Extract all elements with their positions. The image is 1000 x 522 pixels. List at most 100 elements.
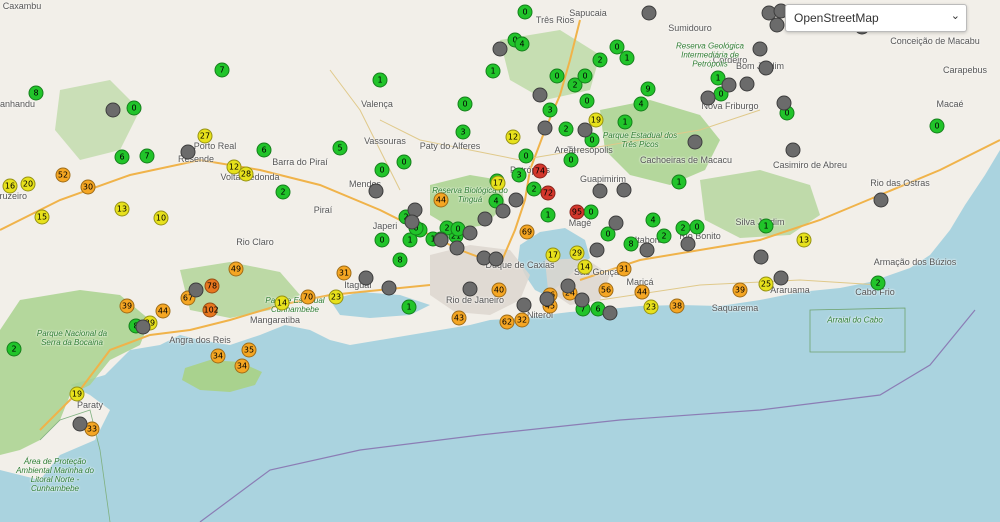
station-marker-orange[interactable]: 31 [616, 261, 632, 277]
station-marker-green[interactable]: 8 [392, 252, 408, 268]
station-marker-no-data[interactable] [752, 41, 768, 57]
station-marker-no-data[interactable] [532, 87, 548, 103]
station-marker-green[interactable]: 0 [577, 68, 593, 84]
station-marker-no-data[interactable] [700, 90, 716, 106]
station-marker-orange[interactable]: 38 [669, 298, 685, 314]
station-marker-green[interactable]: 8 [28, 85, 44, 101]
station-marker-green[interactable]: 8 [623, 236, 639, 252]
station-marker-orange[interactable]: 34 [210, 348, 226, 364]
station-marker-green[interactable]: 3 [542, 102, 558, 118]
station-marker-green[interactable]: 1 [372, 72, 388, 88]
station-marker-orange[interactable]: 31 [336, 265, 352, 281]
station-marker-yellow[interactable]: 12 [505, 129, 521, 145]
station-marker-dark_orange[interactable]: 102 [202, 302, 219, 318]
station-marker-green[interactable]: 1 [401, 299, 417, 315]
station-marker-orange[interactable]: 44 [155, 303, 171, 319]
station-marker-red[interactable]: 95 [569, 204, 585, 220]
station-marker-green[interactable]: 0 [126, 100, 142, 116]
station-marker-yellow[interactable]: 27 [197, 128, 213, 144]
station-marker-no-data[interactable] [641, 5, 657, 21]
station-marker-green[interactable]: 2 [275, 184, 291, 200]
station-marker-yellow[interactable]: 19 [69, 386, 85, 402]
station-marker-no-data[interactable] [560, 278, 576, 294]
station-marker-no-data[interactable] [758, 60, 774, 76]
station-marker-no-data[interactable] [381, 280, 397, 296]
station-marker-green[interactable]: 2 [592, 52, 608, 68]
station-marker-no-data[interactable] [539, 291, 555, 307]
station-marker-yellow[interactable]: 13 [796, 232, 812, 248]
station-marker-green[interactable]: 1 [619, 50, 635, 66]
station-marker-no-data[interactable] [72, 416, 88, 432]
station-marker-green[interactable]: 7 [214, 62, 230, 78]
station-marker-yellow[interactable]: 29 [569, 245, 585, 261]
station-marker-orange[interactable]: 39 [732, 282, 748, 298]
station-marker-green[interactable]: 1 [671, 174, 687, 190]
station-marker-orange[interactable]: 56 [598, 282, 614, 298]
station-marker-yellow[interactable]: 13 [114, 201, 130, 217]
station-marker-orange[interactable]: 34 [234, 358, 250, 374]
station-marker-yellow[interactable]: 20 [20, 176, 36, 192]
station-marker-orange[interactable]: 39 [119, 298, 135, 314]
station-marker-no-data[interactable] [589, 242, 605, 258]
station-marker-yellow[interactable]: 28 [238, 166, 254, 182]
station-marker-orange[interactable]: 32 [514, 312, 530, 328]
station-marker-yellow[interactable]: 10 [153, 210, 169, 226]
station-marker-green[interactable]: 0 [457, 96, 473, 112]
map-layer-selector[interactable]: OpenStreetMap ⌄ [785, 4, 967, 32]
layer-select-dropdown[interactable]: OpenStreetMap [786, 5, 966, 31]
station-marker-orange[interactable]: 52 [55, 167, 71, 183]
station-marker-orange[interactable]: 35 [241, 342, 257, 358]
station-marker-no-data[interactable] [785, 142, 801, 158]
station-marker-green[interactable]: 1 [540, 207, 556, 223]
station-marker-no-data[interactable] [574, 292, 590, 308]
station-marker-no-data[interactable] [180, 144, 196, 160]
station-marker-green[interactable]: 3 [511, 167, 527, 183]
station-marker-green[interactable]: 2 [870, 275, 886, 291]
station-marker-green[interactable]: 2 [526, 181, 542, 197]
station-marker-no-data[interactable] [462, 281, 478, 297]
station-marker-green[interactable]: 0 [563, 152, 579, 168]
station-marker-no-data[interactable] [488, 251, 504, 267]
station-marker-orange[interactable]: 70 [300, 289, 316, 305]
station-marker-orange[interactable]: 40 [491, 282, 507, 298]
station-marker-no-data[interactable] [602, 305, 618, 321]
station-marker-green[interactable]: 2 [558, 121, 574, 137]
station-marker-no-data[interactable] [462, 225, 478, 241]
station-marker-green[interactable]: 4 [645, 212, 661, 228]
station-marker-green[interactable]: 0 [583, 204, 599, 220]
station-marker-no-data[interactable] [616, 182, 632, 198]
station-marker-orange[interactable]: 69 [519, 224, 535, 240]
station-marker-no-data[interactable] [753, 249, 769, 265]
station-marker-no-data[interactable] [537, 120, 553, 136]
station-marker-green[interactable]: 1 [485, 63, 501, 79]
station-marker-no-data[interactable] [680, 236, 696, 252]
station-marker-no-data[interactable] [368, 183, 384, 199]
station-marker-yellow[interactable]: 15 [34, 209, 50, 225]
station-marker-green[interactable]: 6 [256, 142, 272, 158]
station-marker-orange[interactable]: 44 [433, 192, 449, 208]
station-marker-green[interactable]: 6 [114, 149, 130, 165]
station-marker-no-data[interactable] [477, 211, 493, 227]
station-marker-orange[interactable]: 44 [634, 284, 650, 300]
station-marker-green[interactable]: 5 [332, 140, 348, 156]
station-marker-no-data[interactable] [105, 102, 121, 118]
station-marker-yellow[interactable]: 17 [545, 247, 561, 263]
station-marker-no-data[interactable] [687, 134, 703, 150]
station-marker-green[interactable]: 0 [929, 118, 945, 134]
station-marker-no-data[interactable] [776, 95, 792, 111]
station-marker-no-data[interactable] [495, 203, 511, 219]
station-marker-green[interactable]: 7 [139, 148, 155, 164]
station-marker-orange[interactable]: 49 [228, 261, 244, 277]
station-marker-green[interactable]: 4 [633, 96, 649, 112]
station-marker-green[interactable]: 0 [549, 68, 565, 84]
station-marker-no-data[interactable] [739, 76, 755, 92]
station-marker-no-data[interactable] [492, 41, 508, 57]
station-marker-no-data[interactable] [577, 122, 593, 138]
station-marker-green[interactable]: 1 [758, 218, 774, 234]
station-marker-no-data[interactable] [873, 192, 889, 208]
station-marker-green[interactable]: 4 [514, 36, 530, 52]
station-marker-no-data[interactable] [608, 215, 624, 231]
station-marker-yellow[interactable]: 23 [643, 299, 659, 315]
station-marker-green[interactable]: 0 [374, 162, 390, 178]
station-marker-yellow[interactable]: 17 [490, 175, 506, 191]
